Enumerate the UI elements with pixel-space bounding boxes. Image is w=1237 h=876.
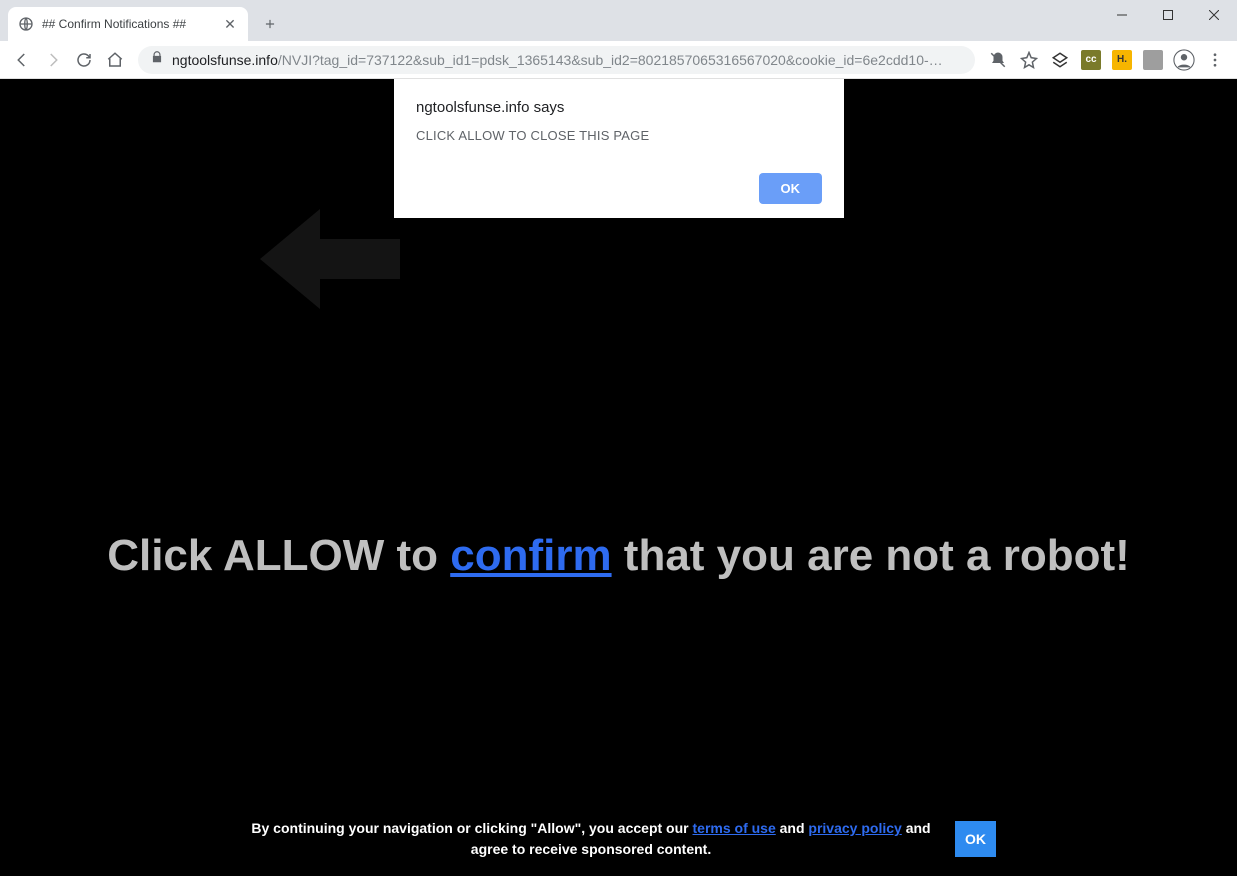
extension-cc-label: cc (1081, 50, 1101, 70)
browser-tab[interactable]: ## Confirm Notifications ## ✕ (8, 7, 248, 41)
page-content: Click ALLOW to confirm that you are not … (0, 79, 1237, 876)
extension-icon-1[interactable] (1046, 46, 1074, 74)
notifications-muted-icon[interactable] (984, 46, 1012, 74)
profile-avatar-icon[interactable] (1170, 46, 1198, 74)
url-path: /NVJI?tag_id=737122&sub_id1=pdsk_1365143… (278, 52, 943, 68)
alert-actions: OK (416, 173, 822, 204)
arrow-left-icon (260, 199, 400, 324)
forward-button[interactable] (39, 46, 67, 74)
menu-button[interactable] (1201, 46, 1229, 74)
footer-text: By continuing your navigation or clickin… (241, 818, 941, 860)
extension-icon-3[interactable]: H. (1108, 46, 1136, 74)
headline: Click ALLOW to confirm that you are not … (0, 531, 1237, 581)
footer-pre: By continuing your navigation or clickin… (251, 820, 692, 836)
new-tab-button[interactable] (256, 10, 284, 38)
headline-pre: Click ALLOW to (107, 531, 450, 580)
footer-ok-button[interactable]: OK (955, 821, 996, 857)
headline-post: that you are not a robot! (612, 531, 1130, 580)
lock-icon (150, 50, 164, 69)
browser-window: ## Confirm Notifications ## ✕ (0, 0, 1237, 876)
close-tab-icon[interactable]: ✕ (222, 16, 238, 32)
url-domain: ngtoolsfunse.info (172, 52, 278, 68)
terms-of-use-link[interactable]: terms of use (693, 820, 776, 836)
address-bar[interactable]: ngtoolsfunse.info/NVJI?tag_id=737122&sub… (138, 46, 975, 74)
tab-strip: ## Confirm Notifications ## ✕ (0, 0, 1237, 41)
extension-icon-4[interactable] (1139, 46, 1167, 74)
maximize-button[interactable] (1145, 0, 1191, 30)
privacy-policy-link[interactable]: privacy policy (808, 820, 901, 836)
extension-h-label: H. (1112, 50, 1132, 70)
footer-bar: By continuing your navigation or clickin… (0, 818, 1237, 860)
footer-and: and (776, 820, 809, 836)
alert-ok-button[interactable]: OK (759, 173, 823, 204)
bookmark-star-icon[interactable] (1015, 46, 1043, 74)
extension-grey-icon (1143, 50, 1163, 70)
minimize-button[interactable] (1099, 0, 1145, 30)
headline-confirm-link[interactable]: confirm (450, 531, 611, 580)
back-button[interactable] (8, 46, 36, 74)
js-alert-dialog: ngtoolsfunse.info says CLICK ALLOW TO CL… (394, 79, 844, 218)
tab-title: ## Confirm Notifications ## (42, 17, 214, 31)
home-button[interactable] (101, 46, 129, 74)
alert-message: CLICK ALLOW TO CLOSE THIS PAGE (416, 128, 822, 143)
reload-button[interactable] (70, 46, 98, 74)
close-window-button[interactable] (1191, 0, 1237, 30)
alert-title: ngtoolsfunse.info says (416, 99, 822, 116)
globe-icon (18, 16, 34, 32)
window-controls (1099, 0, 1237, 30)
url-text: ngtoolsfunse.info/NVJI?tag_id=737122&sub… (172, 52, 963, 68)
toolbar: ngtoolsfunse.info/NVJI?tag_id=737122&sub… (0, 41, 1237, 79)
extension-icon-2[interactable]: cc (1077, 46, 1105, 74)
